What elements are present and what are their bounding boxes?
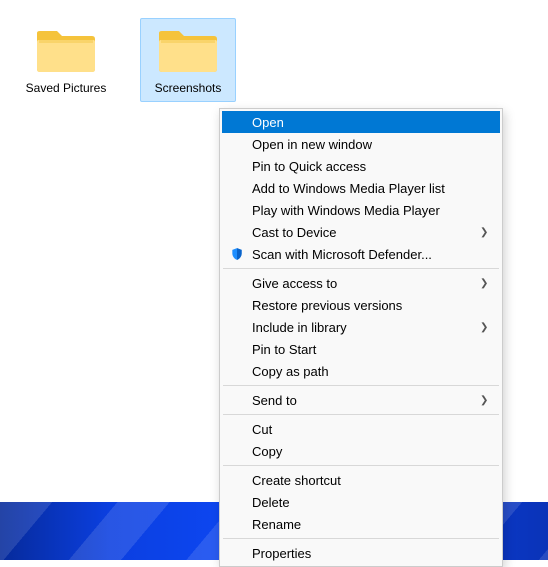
- menu-item-copy[interactable]: Copy: [222, 440, 500, 462]
- menu-item-open[interactable]: Open: [222, 111, 500, 133]
- menu-item-label: Cast to Device: [248, 225, 480, 240]
- menu-item-send-to[interactable]: Send to❯: [222, 389, 500, 411]
- menu-item-label: Copy: [248, 444, 480, 459]
- menu-item-cut[interactable]: Cut: [222, 418, 500, 440]
- menu-item-label: Play with Windows Media Player: [248, 203, 480, 218]
- menu-separator: [223, 414, 499, 415]
- menu-item-restore-previous-versions[interactable]: Restore previous versions: [222, 294, 500, 316]
- menu-item-label: Create shortcut: [248, 473, 480, 488]
- menu-item-delete[interactable]: Delete: [222, 491, 500, 513]
- menu-item-label: Delete: [248, 495, 480, 510]
- menu-item-label: Cut: [248, 422, 480, 437]
- menu-item-rename[interactable]: Rename: [222, 513, 500, 535]
- menu-item-create-shortcut[interactable]: Create shortcut: [222, 469, 500, 491]
- context-menu: Open Open in new window Pin to Quick acces…: [219, 108, 503, 567]
- desktop-area[interactable]: Saved Pictures Screenshots Open Open in n…: [0, 0, 548, 560]
- chevron-right-icon: ❯: [480, 322, 492, 333]
- menu-item-label: Include in library: [248, 320, 480, 335]
- menu-item-label: Add to Windows Media Player list: [248, 181, 480, 196]
- folder-label: Screenshots: [155, 81, 222, 95]
- menu-item-open-in-new-window[interactable]: Open in new window: [222, 133, 500, 155]
- folder-row: Saved Pictures Screenshots: [18, 18, 236, 102]
- chevron-right-icon: ❯: [480, 395, 492, 406]
- menu-item-label: Properties: [248, 546, 480, 561]
- menu-item-label: Rename: [248, 517, 480, 532]
- menu-item-properties[interactable]: Properties: [222, 542, 500, 564]
- menu-item-label: Scan with Microsoft Defender...: [248, 247, 480, 262]
- folder-label: Saved Pictures: [26, 81, 107, 95]
- menu-separator: [223, 385, 499, 386]
- menu-item-play-with-windows-media-player[interactable]: Play with Windows Media Player: [222, 199, 500, 221]
- menu-separator: [223, 268, 499, 269]
- folder-screenshots[interactable]: Screenshots: [140, 18, 236, 102]
- menu-item-scan-with-microsoft-defender[interactable]: Scan with Microsoft Defender...: [222, 243, 500, 265]
- menu-item-label: Pin to Start: [248, 342, 480, 357]
- menu-item-copy-as-path[interactable]: Copy as path: [222, 360, 500, 382]
- folder-saved-pictures[interactable]: Saved Pictures: [18, 18, 114, 102]
- menu-item-cast-to-device[interactable]: Cast to Device❯: [222, 221, 500, 243]
- menu-item-label: Copy as path: [248, 364, 480, 379]
- chevron-right-icon: ❯: [480, 227, 492, 238]
- menu-item-label: Give access to: [248, 276, 480, 291]
- folder-icon: [156, 23, 220, 75]
- menu-item-give-access-to[interactable]: Give access to❯: [222, 272, 500, 294]
- menu-item-label: Pin to Quick access: [248, 159, 480, 174]
- menu-item-pin-to-start[interactable]: Pin to Start: [222, 338, 500, 360]
- menu-item-add-to-windows-media-player-list[interactable]: Add to Windows Media Player list: [222, 177, 500, 199]
- menu-item-include-in-library[interactable]: Include in library❯: [222, 316, 500, 338]
- chevron-right-icon: ❯: [480, 278, 492, 289]
- menu-item-label: Send to: [248, 393, 480, 408]
- menu-item-label: Open: [248, 115, 480, 130]
- menu-item-label: Open in new window: [248, 137, 480, 152]
- menu-separator: [223, 538, 499, 539]
- menu-item-pin-to-quick-access[interactable]: Pin to Quick access: [222, 155, 500, 177]
- menu-separator: [223, 465, 499, 466]
- menu-item-label: Restore previous versions: [248, 298, 480, 313]
- defender-shield-icon: [226, 247, 248, 261]
- folder-icon: [34, 23, 98, 75]
